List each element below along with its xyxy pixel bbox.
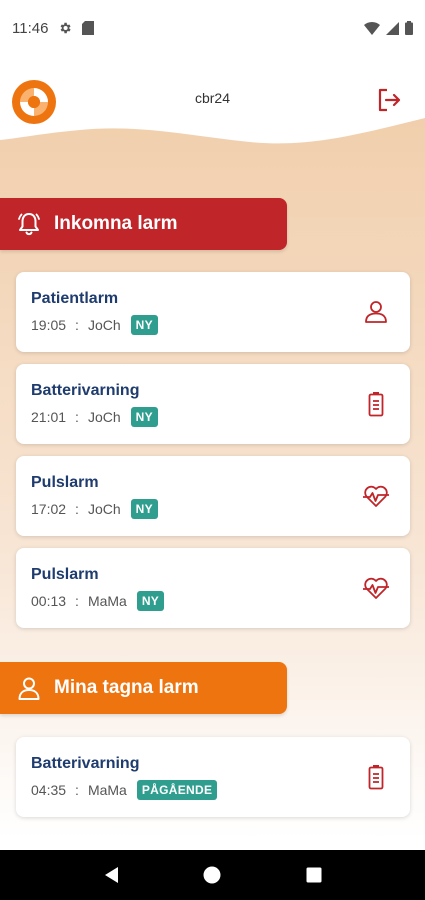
- alarm-title: Batterivarning: [31, 755, 140, 772]
- person-icon: [365, 301, 387, 323]
- alarm-separator: :: [75, 782, 79, 798]
- alarm-title: Pulslarm: [31, 566, 99, 583]
- alarm-meta: 17:02 : JoCh NY: [31, 499, 158, 519]
- system-nav-bar: [0, 850, 425, 900]
- gear-icon: [61, 22, 72, 34]
- status-time: 11:46: [12, 19, 49, 37]
- header-wave: [0, 56, 425, 144]
- back-button[interactable]: [100, 864, 122, 886]
- wifi-icon: [364, 21, 380, 35]
- recents-icon: [306, 867, 322, 883]
- alarm-card[interactable]: Pulslarm 00:13 : MaMa NY: [16, 548, 410, 628]
- alarm-meta: 19:05 : JoCh NY: [31, 315, 158, 335]
- alarm-title: Batterivarning: [31, 382, 140, 399]
- heart-pulse-icon: [363, 485, 389, 507]
- status-bar: 11:46: [0, 0, 425, 56]
- alarm-time: 04:35: [31, 782, 67, 798]
- status-badge: NY: [136, 591, 165, 611]
- alarm-title: Patientlarm: [31, 290, 119, 307]
- home-icon: [203, 866, 221, 884]
- alarm-separator: :: [75, 317, 79, 333]
- alarm-user: MaMa: [87, 782, 127, 798]
- alarm-meta: 21:01 : JoCh NY: [31, 407, 158, 427]
- alarm-user: JoCh: [87, 409, 121, 425]
- alarm-meta: 00:13 : MaMa NY: [31, 591, 165, 611]
- alarm-time: 21:01: [31, 409, 67, 425]
- alarm-user: JoCh: [87, 501, 121, 517]
- alarm-card[interactable]: Batterivarning 04:35 : MaMa PÅGÅENDE: [16, 737, 410, 817]
- signal-icon: [386, 21, 399, 35]
- alarm-time: 19:05: [31, 317, 67, 333]
- alarm-user: JoCh: [87, 317, 121, 333]
- logout-icon[interactable]: [375, 86, 403, 114]
- battery-alert-icon: [368, 765, 384, 790]
- alarm-time: 17:02: [31, 501, 67, 517]
- alarm-card[interactable]: Batterivarning 21:01 : JoCh NY: [16, 364, 410, 444]
- home-button[interactable]: [201, 864, 223, 886]
- battery-icon: [405, 21, 413, 35]
- section-header-incoming[interactable]: Inkomna larm: [0, 198, 287, 250]
- alarm-time: 00:13: [31, 593, 67, 609]
- section-label-mine: Mina tagna larm: [54, 677, 199, 698]
- app-header: cbr24: [0, 56, 425, 156]
- alarm-meta: 04:35 : MaMa PÅGÅENDE: [31, 780, 218, 800]
- alarm-title: Pulslarm: [31, 474, 99, 491]
- status-badge: NY: [130, 499, 158, 519]
- alarm-card[interactable]: Pulslarm 17:02 : JoCh NY: [16, 456, 410, 536]
- header-title: cbr24: [194, 90, 231, 106]
- alarm-user: MaMa: [87, 593, 127, 609]
- heart-pulse-icon: [363, 577, 389, 599]
- status-badge: PÅGÅENDE: [136, 780, 218, 800]
- screen: 11:46 cbr24 Inkomna larm Patientlarm 19:…: [0, 0, 425, 900]
- battery-alert-icon: [368, 392, 384, 417]
- section-label-incoming: Inkomna larm: [54, 213, 178, 234]
- sd-card-icon: [82, 21, 95, 35]
- recents-button[interactable]: [303, 864, 325, 886]
- section-header-mine[interactable]: Mina tagna larm: [0, 662, 287, 714]
- status-badge: NY: [130, 315, 158, 335]
- alarm-separator: :: [75, 409, 79, 425]
- back-icon: [104, 867, 118, 883]
- alarm-separator: :: [75, 501, 79, 517]
- alarm-card[interactable]: Patientlarm 19:05 : JoCh NY: [16, 272, 410, 352]
- bell-icon: [18, 213, 40, 236]
- person-icon: [18, 677, 40, 700]
- alarm-separator: :: [75, 593, 79, 609]
- status-badge: NY: [130, 407, 158, 427]
